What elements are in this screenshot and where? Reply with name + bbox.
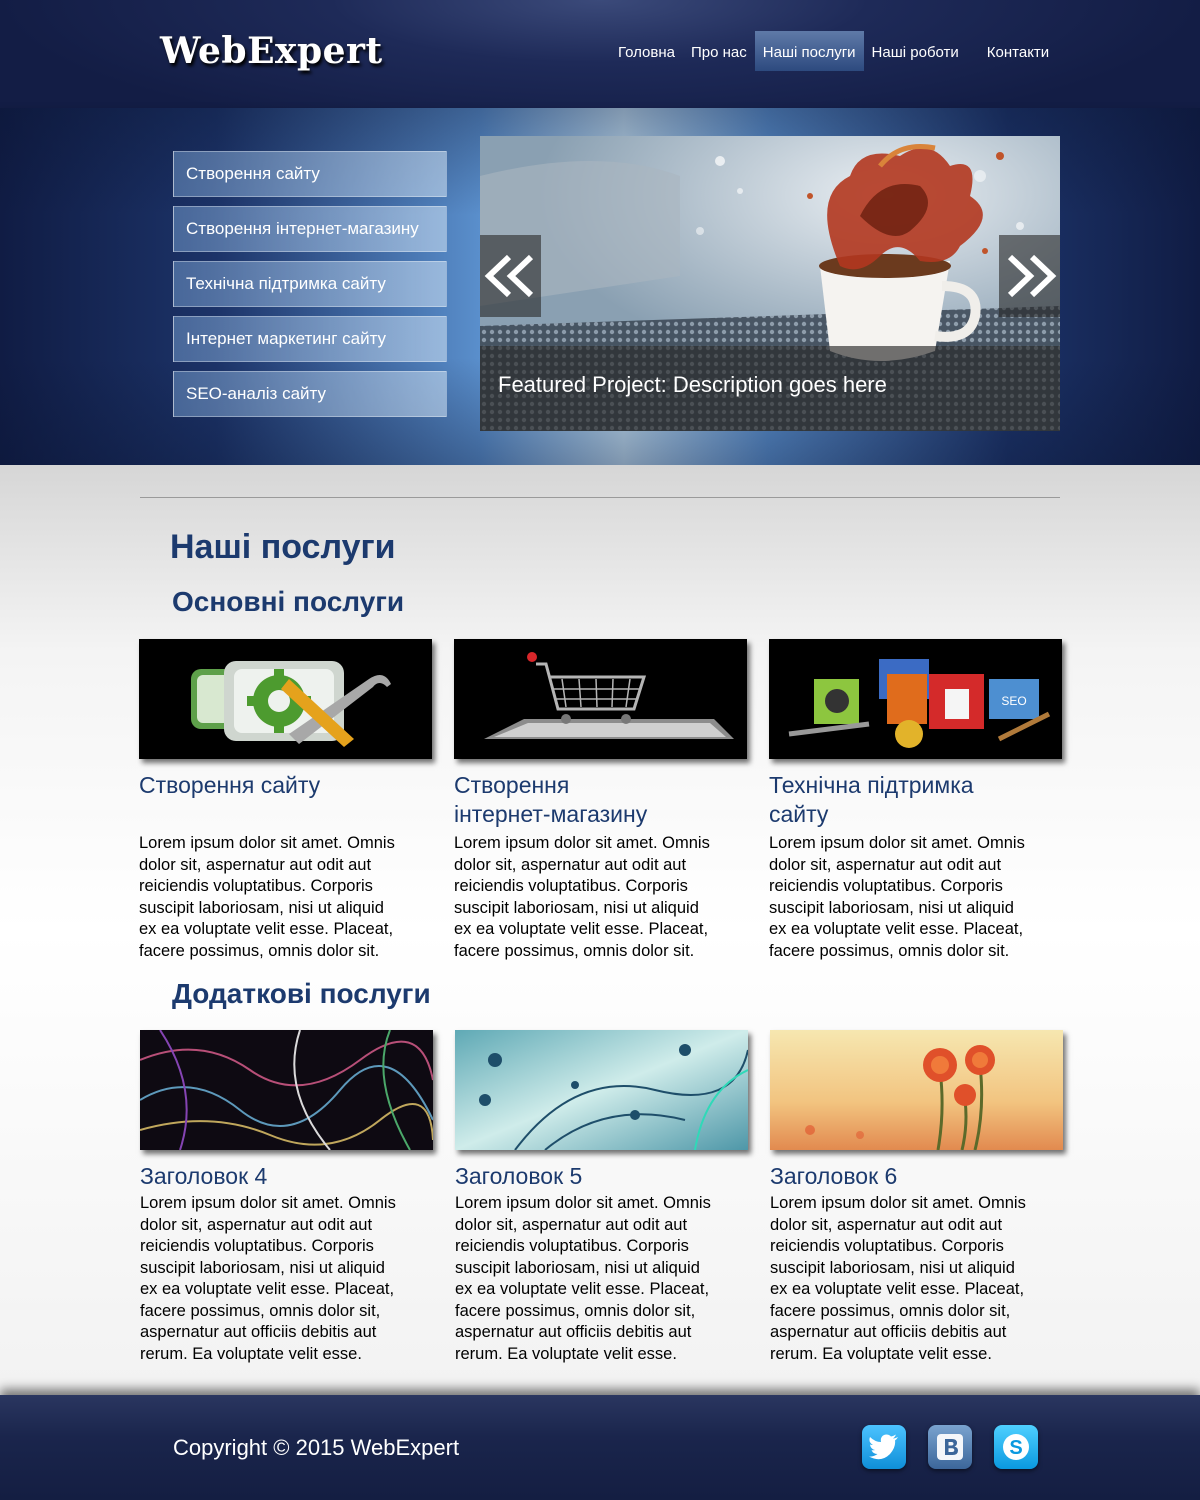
services-menu: Створення сайту Створення інтернет-магаз… [173, 151, 447, 426]
page-title: Наші послуги [170, 528, 396, 566]
extra-text: Lorem ipsum dolor sit amet. Omnis dolor … [770, 1194, 1026, 1363]
nav-works[interactable]: Наші роботи [864, 31, 967, 71]
svg-text:SEO: SEO [1001, 694, 1026, 708]
services-menu-item-marketing[interactable]: Інтернет маркетинг сайту [173, 316, 447, 362]
slider-caption-text: Featured Project: Description goes here [498, 372, 887, 397]
copyright-text: Copyright © 2015 WebExpert [173, 1435, 460, 1460]
skype-link[interactable]: S [994, 1425, 1038, 1469]
service-text: Lorem ipsum dolor sit amet. Omnis dolor … [139, 834, 395, 960]
extra-card: Заголовок 4 Lorem ipsum dolor sit amet. … [140, 1030, 435, 1365]
extra-card: Заголовок 6 Lorem ipsum dolor sit amet. … [770, 1030, 1065, 1365]
service-card: Створення інтернет-магазину Lorem ipsum … [454, 639, 749, 962]
vk-link[interactable] [928, 1425, 972, 1469]
extra-image-6 [770, 1030, 1063, 1150]
site-logo[interactable]: WebExpert [160, 30, 383, 72]
service-image-website [139, 639, 432, 759]
extra-image-4 [140, 1030, 433, 1150]
floral-teal-image [455, 1030, 748, 1150]
extra-services-title: Додаткові послуги [172, 978, 431, 1009]
extra-title: Заголовок 6 [770, 1163, 898, 1189]
slider-next-button[interactable] [999, 235, 1060, 317]
twitter-icon [869, 1434, 898, 1460]
service-title: Створення інтернет-магазину [454, 772, 648, 827]
nav-contacts[interactable]: Контакти [967, 31, 1057, 71]
service-image-eshop [454, 639, 747, 759]
services-menu-item-eshop[interactable]: Створення інтернет-магазину [173, 206, 447, 252]
site-footer: Copyright © 2015 WebExpert S [0, 1395, 1200, 1500]
divider [140, 497, 1060, 498]
slider-prev-button[interactable] [480, 235, 541, 317]
service-text: Lorem ipsum dolor sit amet. Omnis dolor … [769, 834, 1025, 960]
abstract-sparkle-image [140, 1030, 433, 1150]
services-menu-item-seo[interactable]: SEO-аналіз сайту [173, 371, 447, 417]
service-text: Lorem ipsum dolor sit amet. Omnis dolor … [454, 834, 710, 960]
extra-card: Заголовок 5 Lorem ipsum dolor sit amet. … [455, 1030, 750, 1365]
flowers-image [770, 1030, 1063, 1150]
twitter-link[interactable] [862, 1425, 906, 1469]
extra-text: Lorem ipsum dolor sit amet. Omnis dolor … [455, 1194, 711, 1363]
shopping-cart-tablet-icon [454, 639, 747, 759]
services-menu-item-support[interactable]: Технічна підтримка сайту [173, 261, 447, 307]
service-image-support: SEO [769, 639, 1062, 759]
nav-about[interactable]: Про нас [683, 31, 755, 71]
hero-banner: Створення сайту Створення інтернет-магаз… [0, 108, 1200, 465]
gear-wrench-icon [139, 639, 432, 759]
nav-home[interactable]: Головна [610, 31, 683, 71]
site-header: WebExpert Головна Про нас Наші послуги Н… [0, 0, 1200, 108]
image-slider[interactable]: Featured Project: Description goes here [480, 136, 1060, 431]
vk-icon [937, 1434, 963, 1460]
service-card: SEO Технічна підтримка сайту Lorem ipsum… [769, 639, 1064, 962]
extra-title: Заголовок 5 [455, 1163, 583, 1189]
skype-icon: S [1003, 1434, 1029, 1460]
double-chevron-right-icon [1007, 254, 1056, 298]
services-menu-item-website[interactable]: Створення сайту [173, 151, 447, 197]
service-title: Створення сайту [139, 772, 321, 798]
main-nav: Головна Про нас Наші послуги Наші роботи… [610, 31, 1057, 71]
double-chevron-left-icon [484, 254, 533, 298]
service-card: Створення сайту Lorem ipsum dolor sit am… [139, 639, 434, 962]
basic-services-title: Основні послуги [172, 586, 405, 617]
extra-text: Lorem ipsum dolor sit amet. Omnis dolor … [140, 1194, 396, 1363]
tools-boxes-icon: SEO [769, 639, 1062, 759]
slider-caption: Featured Project: Description goes here [480, 346, 1060, 431]
extra-image-5 [455, 1030, 748, 1150]
svg-text:S: S [1009, 1437, 1022, 1459]
extra-title: Заголовок 4 [140, 1163, 268, 1189]
nav-services[interactable]: Наші послуги [754, 31, 864, 71]
service-title: Технічна підтримка сайту [769, 772, 974, 827]
